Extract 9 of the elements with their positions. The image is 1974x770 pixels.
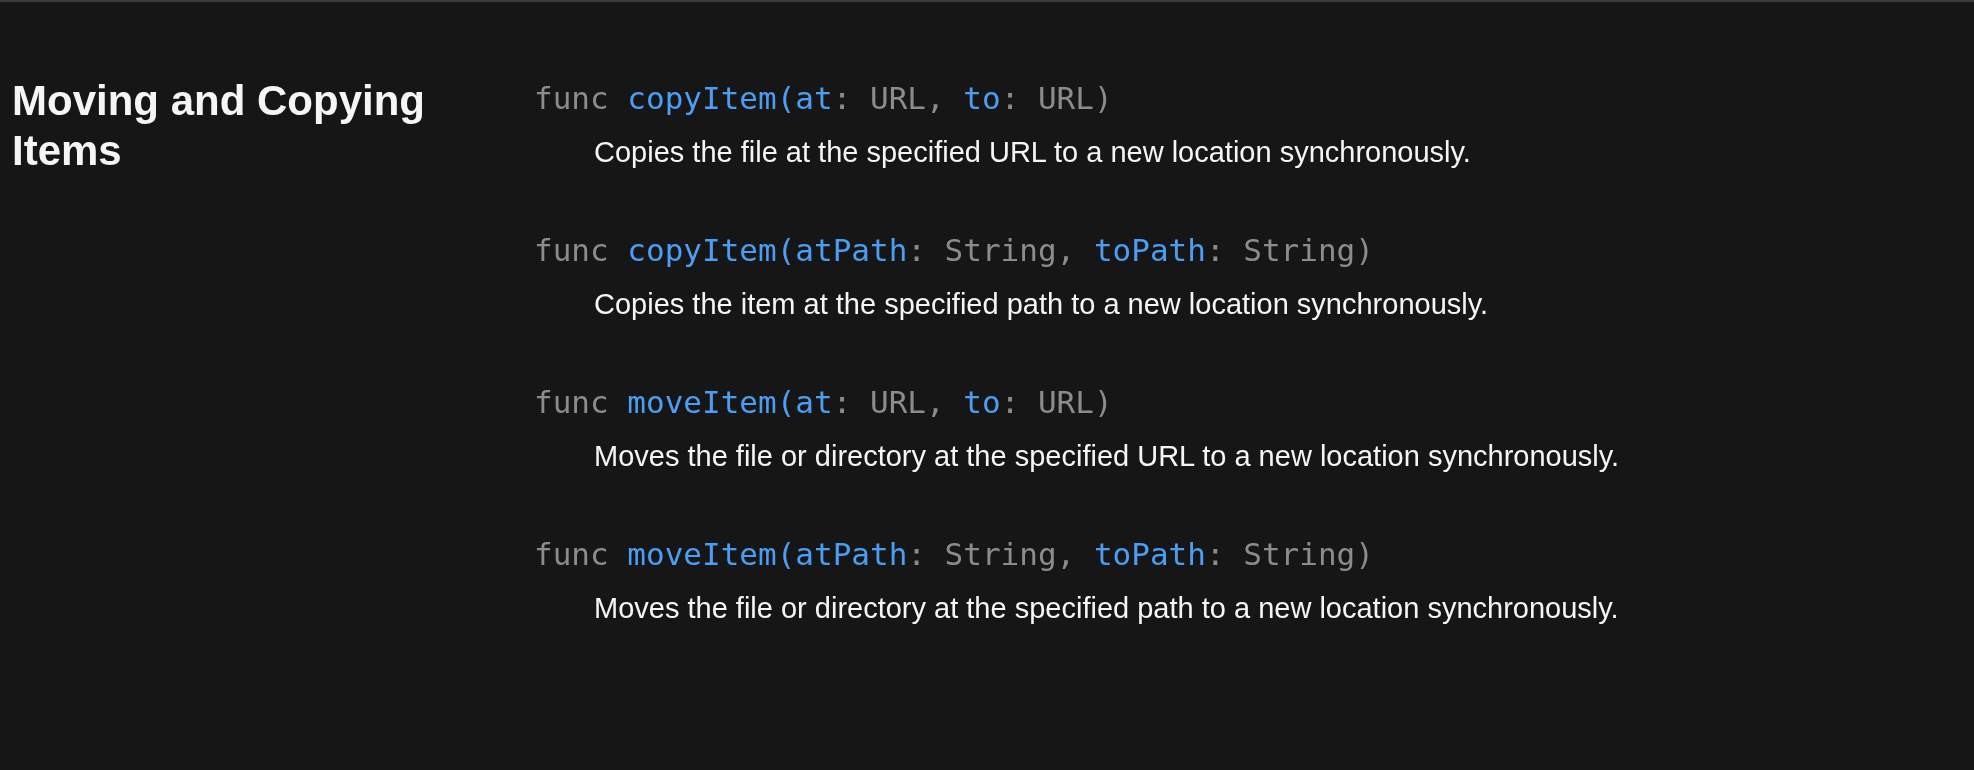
function-description: Copies the item at the specified path to a new location synchronously. <box>593 287 1490 322</box>
section-title: Moving and Copying Items <box>11 76 426 177</box>
function-signature-link[interactable]: func copyItem(at: URL, to: URL) <box>534 80 1113 118</box>
function-signature-link[interactable]: func moveItem(atPath: String, toPath: String) <box>534 535 1374 574</box>
function-signature-link[interactable]: func copyItem(atPath: String, toPath: String) <box>534 232 1374 270</box>
function-signature-link[interactable]: func moveItem(at: URL, to: URL) <box>534 383 1113 422</box>
function-description: Moves the file or directory at the specified URL to a new location synchronously. <box>593 439 1621 474</box>
function-description: Moves the file or directory at the specified path to a new location synchronously. <box>593 591 1620 626</box>
function-description: Copies the file at the specified URL to a new location synchronously. <box>593 135 1472 170</box>
